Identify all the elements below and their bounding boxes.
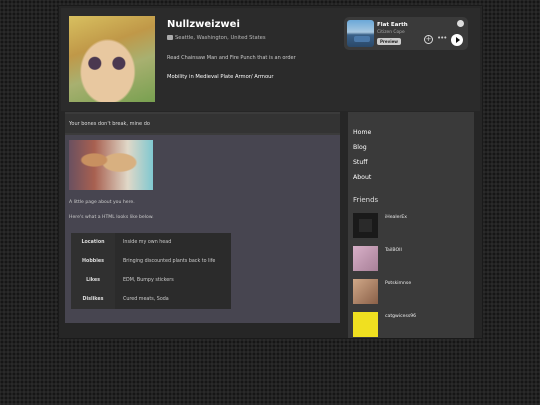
tagline: Your bones don't break, mine do bbox=[69, 121, 150, 127]
table-row: Dislikes Cured meats, Soda bbox=[71, 290, 231, 309]
main-header: Your bones don't break, mine do bbox=[65, 114, 340, 133]
table-value: Cured meats, Soda bbox=[123, 297, 169, 302]
play-button[interactable] bbox=[451, 34, 463, 46]
friends-title: Friends bbox=[353, 196, 379, 204]
html-note: Here's what a HTML looks like below. bbox=[69, 215, 154, 220]
track-artist[interactable]: Citizen Cope bbox=[377, 30, 405, 35]
table-row: Location Inside my own head bbox=[71, 233, 231, 252]
about-image bbox=[69, 140, 153, 190]
main-content: Your bones don't break, mine do A little… bbox=[65, 112, 340, 323]
friend-name[interactable]: Potskimnse bbox=[385, 281, 411, 286]
table-value: EDM, Bumpy stickers bbox=[123, 278, 174, 283]
profile-mobility: Mobility in Medieval Plate Armor/ Armour bbox=[167, 74, 274, 80]
profile-bio: Read Chainsaw Man and Fire Punch that is… bbox=[167, 55, 296, 61]
nav-about[interactable]: About bbox=[353, 174, 371, 181]
friend-name[interactable]: catgwicess96 bbox=[385, 314, 416, 319]
location: Seattle, Washington, United States bbox=[167, 35, 266, 41]
table-row: Hobbies Bringing discounted plants back … bbox=[71, 252, 231, 271]
table-key: Likes bbox=[86, 278, 100, 283]
about-text: A little page about you here. bbox=[69, 200, 135, 205]
friend-avatar[interactable] bbox=[353, 213, 378, 238]
add-icon[interactable]: + bbox=[424, 35, 433, 44]
album-cover[interactable] bbox=[347, 20, 374, 47]
music-player: Flat Earth Citizen Cope Preview + ••• bbox=[344, 17, 468, 50]
friend-avatar[interactable] bbox=[353, 246, 378, 271]
nav-stuff[interactable]: Stuff bbox=[353, 159, 368, 166]
nav-home[interactable]: Home bbox=[353, 129, 371, 136]
location-text: Seattle, Washington, United States bbox=[175, 35, 266, 41]
friend-avatar[interactable] bbox=[353, 312, 378, 337]
table-key: Hobbies bbox=[82, 259, 104, 264]
location-icon bbox=[167, 35, 173, 40]
sidebar: Home Blog Stuff About Friends iHealerEx … bbox=[348, 112, 474, 338]
profile-header: Nullzweizwei Seattle, Washington, United… bbox=[61, 8, 480, 111]
table-value: Bringing discounted plants back to life bbox=[123, 259, 216, 264]
info-table: Location Inside my own head Hobbies Brin… bbox=[71, 233, 231, 309]
friend-avatar[interactable] bbox=[353, 279, 378, 304]
main-body: A little page about you here. Here's wha… bbox=[65, 135, 340, 323]
table-key: Location bbox=[81, 240, 105, 245]
table-row: Likes EDM, Bumpy stickers bbox=[71, 271, 231, 290]
page-frame: Nullzweizwei Seattle, Washington, United… bbox=[59, 6, 482, 338]
friend-name[interactable]: TailBOII bbox=[385, 248, 402, 253]
friend-name[interactable]: iHealerEx bbox=[385, 215, 407, 220]
more-icon[interactable]: ••• bbox=[437, 34, 447, 42]
spotify-icon[interactable] bbox=[457, 20, 464, 27]
profile-name: Nullzweizwei bbox=[167, 19, 240, 30]
nav-blog[interactable]: Blog bbox=[353, 144, 367, 151]
track-title[interactable]: Flat Earth bbox=[377, 22, 408, 28]
table-key: Dislikes bbox=[82, 297, 104, 302]
preview-badge: Preview bbox=[377, 38, 402, 45]
table-value: Inside my own head bbox=[123, 240, 172, 245]
profile-avatar bbox=[69, 16, 155, 102]
